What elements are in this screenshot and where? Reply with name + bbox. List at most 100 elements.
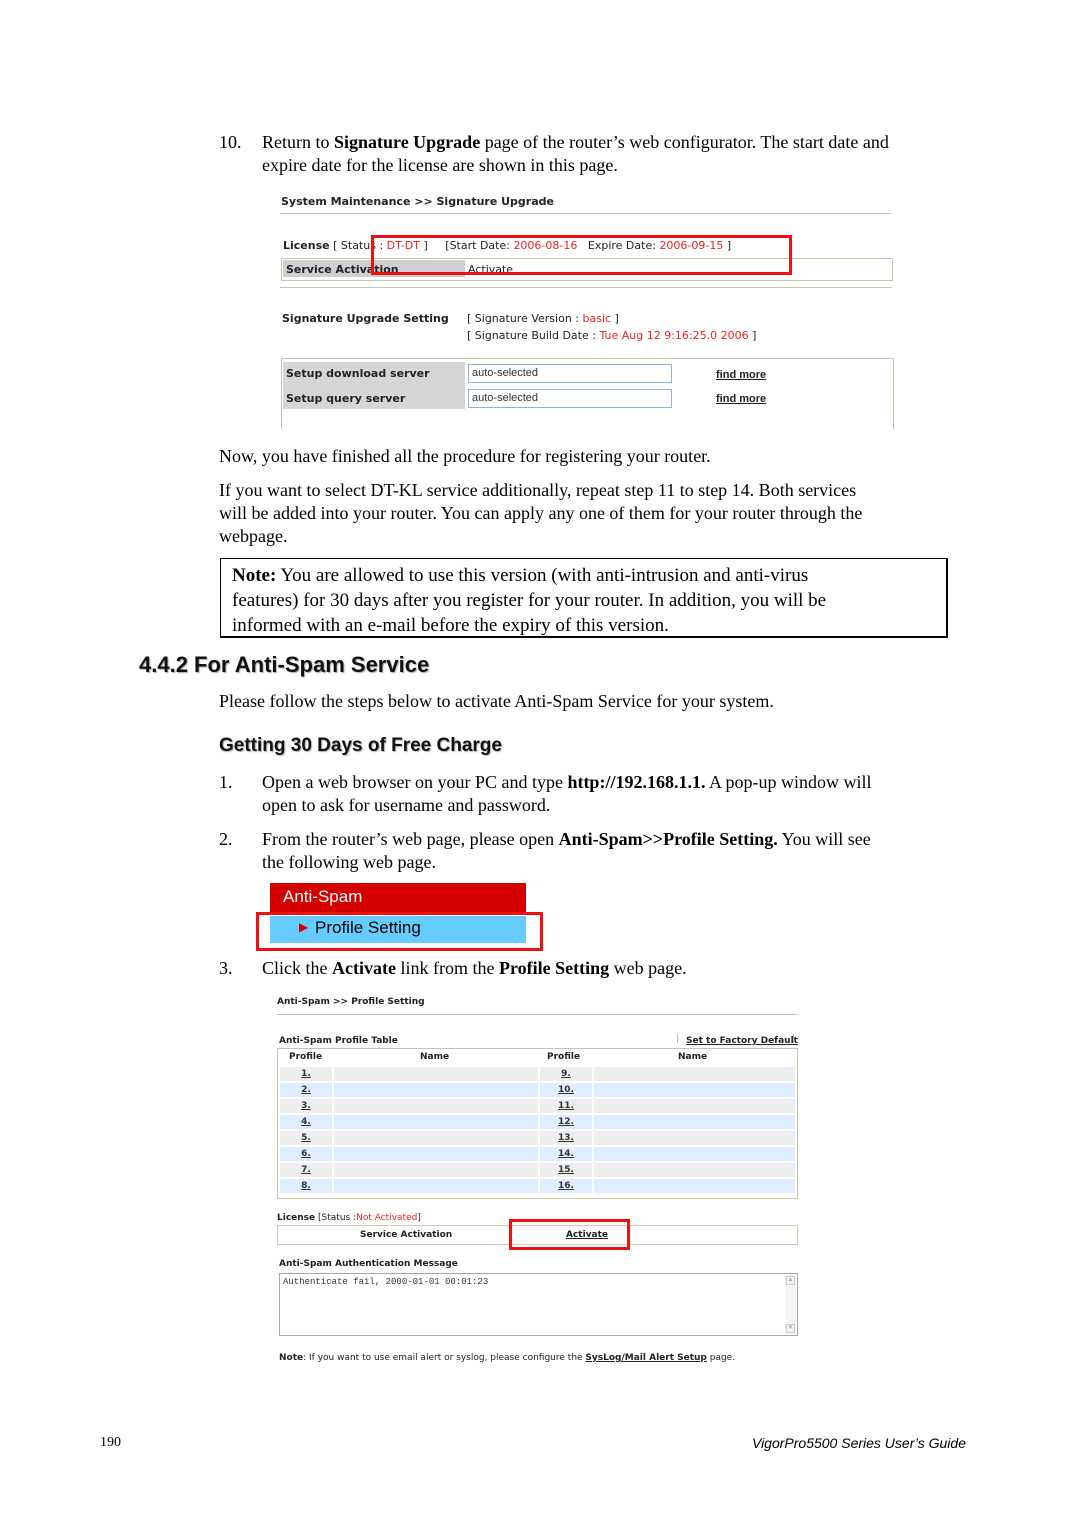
sig-version-line: [ Signature Version : basic ] — [467, 312, 619, 325]
profile-name-cell — [594, 1179, 795, 1193]
factory-default-sep-right: | — [792, 1034, 796, 1044]
step-2-text: From the router’s web page, please open … — [262, 828, 871, 851]
profile-license-line: License [Status :Not Activated] — [277, 1213, 421, 1223]
profile-name-cell — [334, 1131, 538, 1145]
profile-link[interactable]: 5. — [280, 1131, 332, 1145]
table-row: 1. 9. — [280, 1067, 795, 1081]
table-row: 6. 14. — [280, 1147, 795, 1161]
table-row: 4. 12. — [280, 1115, 795, 1129]
highlight-box — [509, 1219, 630, 1250]
sig-version-value: basic — [582, 312, 612, 325]
step-3-bold1: Activate — [332, 958, 396, 978]
profile-name-cell — [334, 1083, 538, 1097]
note-line1-text: You are allowed to use this version (wit… — [276, 565, 809, 586]
note-line2: features) for 30 days after you register… — [232, 590, 827, 611]
profile-status-value: Not Activated — [356, 1213, 418, 1223]
textarea-scrollbar[interactable]: ▲ ▼ — [785, 1275, 796, 1334]
profile-service-activation-label: Service Activation — [360, 1230, 453, 1240]
step-2-number: 2. — [219, 829, 233, 849]
factory-default-sep-left: | — [676, 1034, 680, 1044]
step-10-post: page of the router’s web configurator. T… — [480, 132, 889, 152]
profile-link[interactable]: 15. — [540, 1163, 592, 1177]
sig-version-prefix: [ Signature Version : — [467, 312, 583, 325]
step-1-pre: Open a web browser on your PC and type — [262, 772, 568, 792]
table-row: 2. 10. — [280, 1083, 795, 1097]
profile-table: 1. 9. 2. 10. 3. 11. 4. 12. 5. 13. 6. 14. 7. 15. 8. 16. — [278, 1065, 797, 1195]
profile-link[interactable]: 14. — [540, 1147, 592, 1161]
header-name-right: Name — [678, 1052, 708, 1062]
download-server-label: Setup download server — [286, 367, 430, 380]
step-3-mid: link from the — [395, 958, 499, 978]
query-find-more-link[interactable]: find more — [716, 393, 766, 405]
profile-link[interactable]: 10. — [540, 1083, 592, 1097]
step-3-post: web page. — [609, 958, 687, 978]
profile-breadcrumb: Anti-Spam >> Profile Setting — [277, 997, 425, 1007]
step-10-pre: Return to — [262, 132, 334, 152]
profile-name-cell — [594, 1163, 795, 1177]
sig-build-date: Tue Aug 12 9:16:25.0 2006 — [599, 329, 749, 342]
table-row: 3. 11. — [280, 1099, 795, 1113]
set-factory-default-link[interactable]: Set to Factory Default — [686, 1036, 798, 1046]
step-10-line2: expire date for the license are shown in… — [262, 155, 618, 175]
step-3-text: Click the Activate link from the Profile… — [262, 957, 687, 980]
profile-link[interactable]: 8. — [280, 1179, 332, 1193]
profile-status-prefix: [Status : — [318, 1213, 357, 1223]
table-row: 7. 15. — [280, 1163, 795, 1177]
menu-header-label: Anti-Spam — [283, 887, 363, 906]
scroll-up-icon[interactable]: ▲ — [786, 1276, 795, 1285]
profile-name-cell — [594, 1083, 795, 1097]
step-3-pre: Click the — [262, 958, 332, 978]
sig-build-line: [ Signature Build Date : Tue Aug 12 9:16… — [467, 329, 756, 342]
note-label: Note: — [232, 565, 277, 586]
profile-link[interactable]: 13. — [540, 1131, 592, 1145]
profile-link[interactable]: 12. — [540, 1115, 592, 1129]
table-row: 8. 16. — [280, 1179, 795, 1193]
download-server-input[interactable]: auto-selected — [468, 364, 672, 383]
step-3-number: 3. — [219, 958, 233, 978]
guide-title: VigorPro5500 Series User’s Guide — [751, 1435, 966, 1451]
profile-link[interactable]: 2. — [280, 1083, 332, 1097]
para-dtkl-line1: If you want to select DT-KL service addi… — [219, 480, 857, 500]
profile-link[interactable]: 16. — [540, 1179, 592, 1193]
para-dtkl-line2: will be added into your router. You can … — [219, 503, 863, 523]
profile-link[interactable]: 4. — [280, 1115, 332, 1129]
profile-name-cell — [334, 1099, 538, 1113]
step-2-path: Anti-Spam>>Profile Setting. — [558, 829, 778, 849]
note-line1: Note: You are allowed to use this versio… — [232, 563, 808, 588]
syslog-mail-alert-link[interactable]: SysLog/Mail Alert Setup — [585, 1353, 706, 1363]
sig-build-suffix: ] — [748, 329, 757, 342]
profile-note-suffix: page. — [706, 1353, 736, 1363]
profile-link[interactable]: 11. — [540, 1099, 592, 1113]
sig-build-prefix: [ Signature Build Date : — [467, 329, 600, 342]
profile-name-cell — [594, 1147, 795, 1161]
step-1-number: 1. — [219, 772, 233, 792]
profile-link[interactable]: 1. — [280, 1067, 332, 1081]
header-name-left: Name — [420, 1052, 450, 1062]
profile-table-title: Anti-Spam Profile Table — [279, 1036, 398, 1046]
sig-breadcrumb-rule — [280, 213, 892, 214]
profile-link[interactable]: 3. — [280, 1099, 332, 1113]
step-2-pre: From the router’s web page, please open — [262, 829, 559, 849]
note-line3: informed with an e-mail before the expir… — [232, 615, 669, 636]
sig-breadcrumb: System Maintenance >> Signature Upgrade — [281, 195, 554, 208]
sig-license-label: License — [283, 239, 330, 252]
profile-link[interactable]: 6. — [280, 1147, 332, 1161]
step-1-post: A pop-up window will — [705, 772, 872, 792]
query-server-input[interactable]: auto-selected — [468, 389, 672, 408]
profile-name-cell — [594, 1115, 795, 1129]
highlight-box — [371, 235, 792, 275]
table-row: 5. 13. — [280, 1131, 795, 1145]
profile-note: Note: If you want to use email alert or … — [279, 1353, 735, 1363]
step-10-text: Return to Signature Upgrade page of the … — [262, 131, 889, 154]
profile-link[interactable]: 7. — [280, 1163, 332, 1177]
section-heading: 4.4.2 For Anti-Spam Service — [139, 652, 430, 677]
auth-message-textarea[interactable]: Authenticate fail, 2000-01-01 00:01:23 ▲… — [279, 1273, 798, 1336]
download-find-more-link[interactable]: find more — [716, 369, 766, 381]
profile-license-label: License — [277, 1213, 316, 1223]
page-number: 190 — [100, 1435, 121, 1450]
para-finished: Now, you have finished all the procedure… — [219, 446, 711, 466]
scroll-down-icon[interactable]: ▼ — [786, 1324, 795, 1333]
profile-status-suffix: ] — [417, 1213, 421, 1223]
profile-link[interactable]: 9. — [540, 1067, 592, 1081]
subheading: Getting 30 Days of Free Charge — [219, 735, 502, 756]
